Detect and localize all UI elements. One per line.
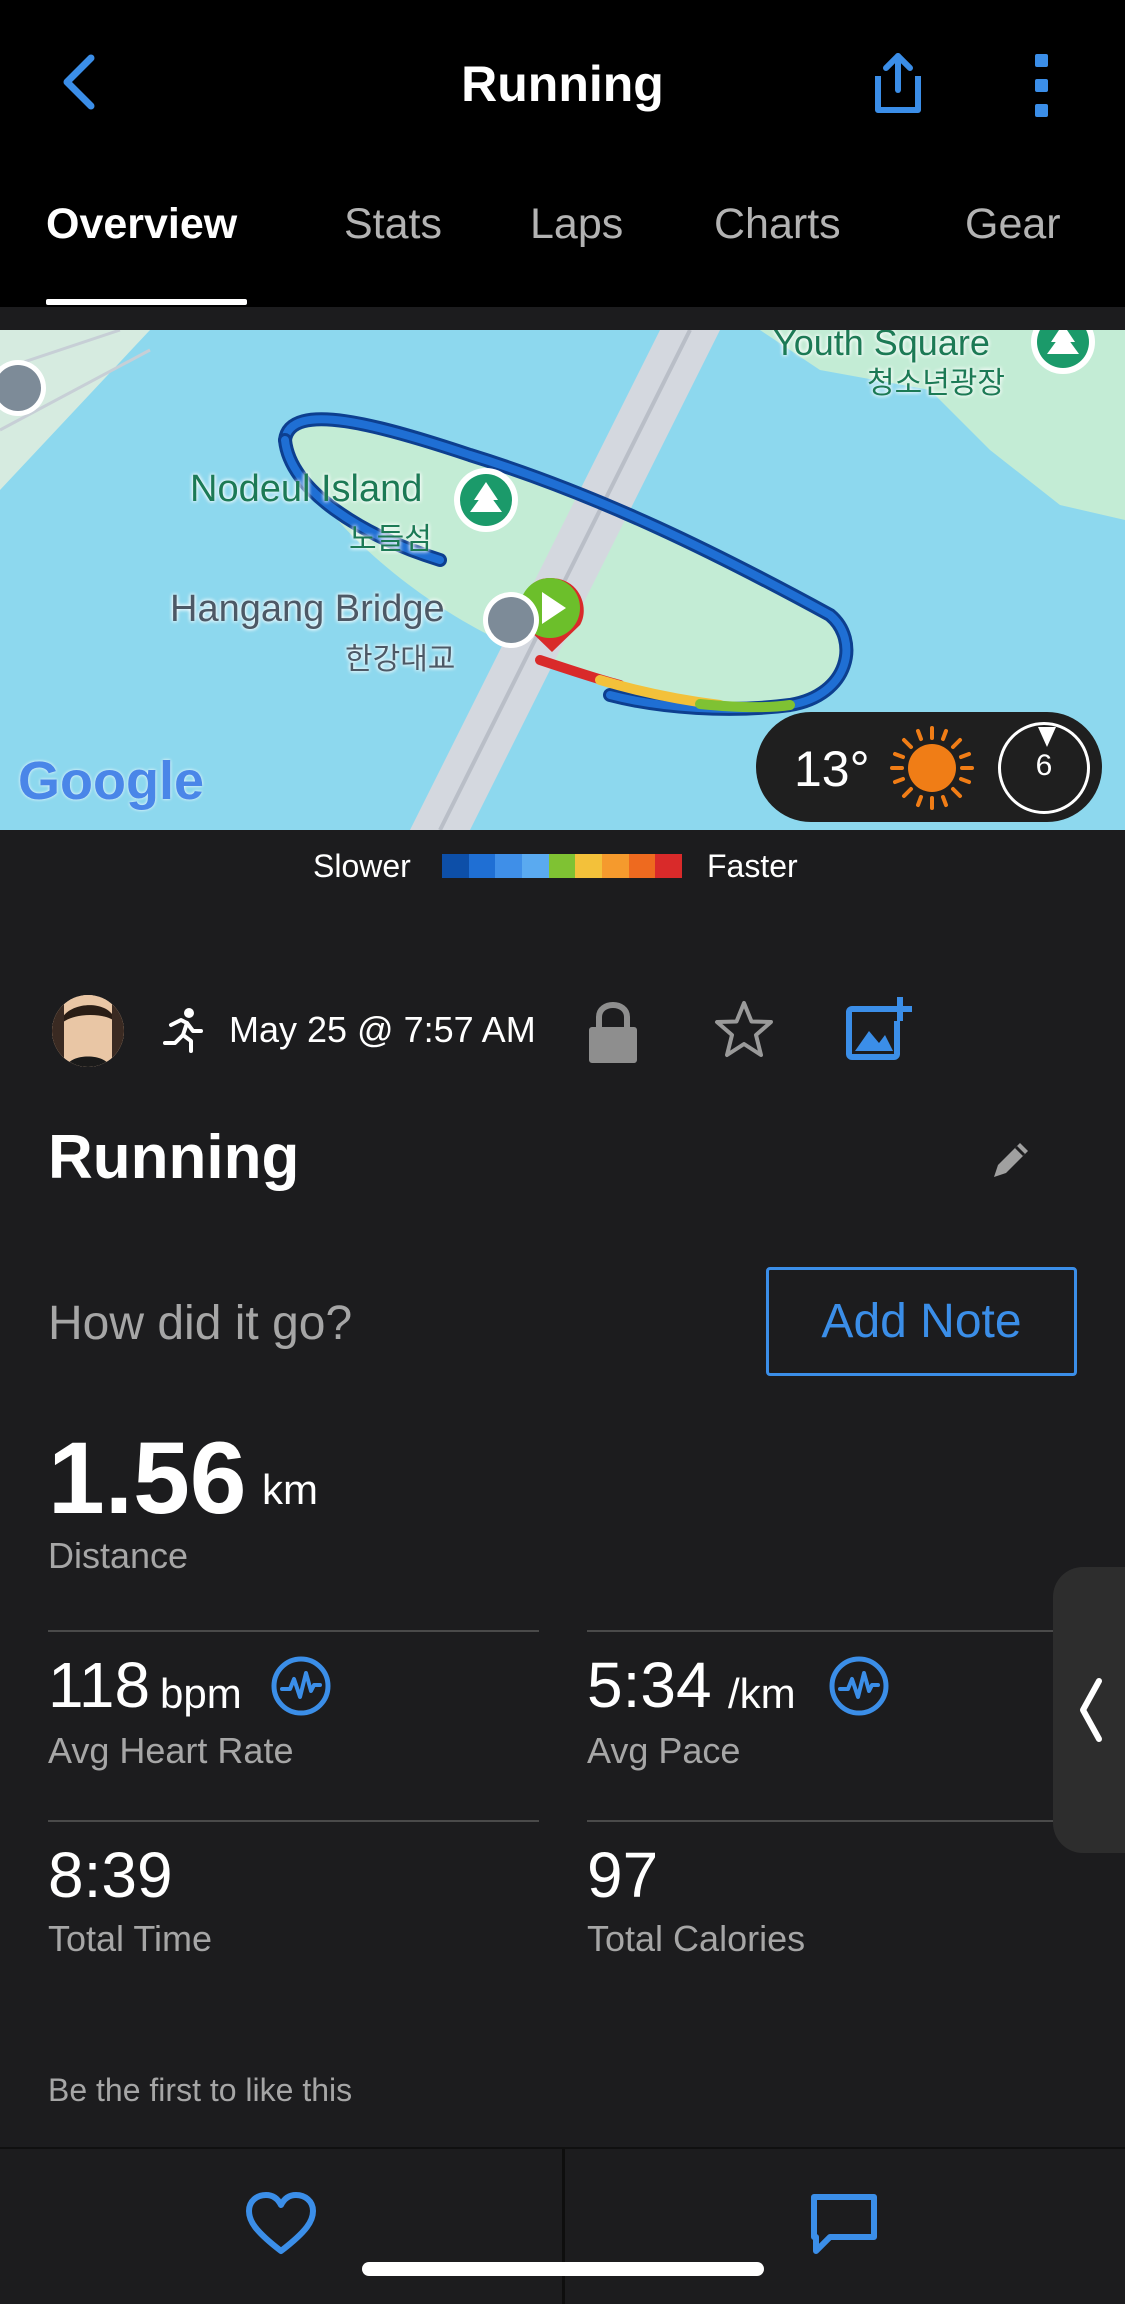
- avg-pace-value: 5:34: [587, 1649, 712, 1721]
- pace-color-swatch: [522, 854, 549, 878]
- pace-color-swatch: [628, 854, 656, 878]
- pace-color-swatch: [495, 854, 523, 878]
- map-label-hangang-bridge-local: 한강대교: [345, 643, 456, 676]
- chevron-left-icon: [1080, 1678, 1102, 1742]
- sun-icon: [890, 726, 974, 810]
- tab-stats[interactable]: Stats: [344, 200, 442, 249]
- avg-pace-unit: /km: [728, 1670, 796, 1717]
- star-icon[interactable]: [713, 999, 775, 1061]
- page-title: Running: [461, 56, 664, 112]
- avg-heart-rate-value: 118: [48, 1649, 151, 1721]
- pace-color-swatch: [602, 854, 629, 878]
- temperature: 13°: [794, 741, 870, 797]
- avg-pace-label: Avg Pace: [587, 1730, 741, 1771]
- legend-slower-label: Slower: [313, 848, 411, 884]
- map-label-youth-square-local: 청소년광장: [867, 367, 1005, 400]
- active-tab-indicator: [46, 299, 247, 305]
- pace-color-swatch: [575, 854, 603, 878]
- more-options-button[interactable]: [1025, 52, 1057, 118]
- tab-overview[interactable]: Overview: [46, 200, 237, 249]
- like-prompt: Be the first to like this: [48, 2072, 353, 2108]
- wind-direction-icon: [1038, 727, 1056, 747]
- distance-unit: km: [262, 1466, 318, 1513]
- add-note-button[interactable]: Add Note: [766, 1267, 1077, 1376]
- activity-date: May 25 @ 7:57 AM: [229, 1009, 536, 1050]
- heart-rate-chart-icon[interactable]: [270, 1655, 332, 1717]
- tab-gear[interactable]: Gear: [965, 200, 1061, 249]
- map-label-nodeul-island: Nodeul Island: [190, 468, 423, 510]
- weather-widget: 13° 6: [756, 712, 1102, 822]
- distance-value: 1.56: [48, 1421, 247, 1535]
- running-icon: [163, 1008, 203, 1053]
- side-drawer-handle[interactable]: [1053, 1567, 1125, 1853]
- avatar-image: [52, 995, 124, 1067]
- avatar[interactable]: [52, 995, 124, 1067]
- feedback-prompt: How did it go?: [48, 1297, 353, 1350]
- pace-color-swatch: [548, 854, 576, 878]
- tab-charts[interactable]: Charts: [714, 200, 841, 249]
- divider: [48, 1630, 539, 1632]
- activity-meta-row: May 25 @ 7:57 AM: [0, 985, 1125, 1075]
- pencil-icon[interactable]: [988, 1135, 1036, 1183]
- back-button[interactable]: [55, 52, 105, 112]
- divider: [48, 1820, 539, 1822]
- wind-indicator: 6: [998, 722, 1090, 814]
- wind-speed: 6: [1035, 749, 1053, 782]
- pace-color-swatch: [442, 854, 469, 878]
- share-button[interactable]: [868, 50, 928, 115]
- map-label-hangang-bridge: Hangang Bridge: [170, 588, 445, 630]
- lock-icon[interactable]: [585, 997, 641, 1065]
- pace-color-swatch: [468, 854, 496, 878]
- map-label-nodeul-island-local: 노들섬: [349, 523, 432, 556]
- total-time-label: Total Time: [48, 1918, 213, 1959]
- legend-faster-label: Faster: [707, 848, 798, 884]
- add-photo-icon[interactable]: [845, 995, 913, 1063]
- heart-icon[interactable]: [245, 2191, 317, 2257]
- avg-heart-rate-label: Avg Heart Rate: [48, 1730, 294, 1771]
- home-indicator: [362, 2262, 764, 2276]
- divider: [587, 1820, 1053, 1822]
- pace-color-swatch: [655, 854, 683, 878]
- activity-title: Running: [48, 1123, 300, 1192]
- comment-icon[interactable]: [808, 2191, 880, 2257]
- tab-bar: Overview Stats Laps Charts Gear: [0, 165, 1125, 307]
- avg-heart-rate-unit: bpm: [160, 1670, 242, 1717]
- total-time-value: 8:39: [48, 1839, 173, 1911]
- divider: [587, 1630, 1053, 1632]
- pace-color-scale: [442, 854, 683, 878]
- pace-chart-icon[interactable]: [828, 1655, 890, 1717]
- tab-laps[interactable]: Laps: [530, 200, 623, 249]
- more-vertical-icon: [1035, 54, 1048, 117]
- bottom-action-bar: [0, 2147, 1125, 2304]
- nav-bar: Running: [0, 0, 1125, 165]
- google-logo: Google: [18, 751, 204, 811]
- chevron-left-icon: [63, 54, 95, 110]
- share-icon: [875, 53, 921, 113]
- total-calories-label: Total Calories: [587, 1918, 806, 1959]
- divider: [562, 2149, 565, 2304]
- distance-label: Distance: [48, 1535, 189, 1576]
- pace-legend: Slower Faster: [0, 830, 1125, 900]
- total-calories-value: 97: [587, 1839, 659, 1911]
